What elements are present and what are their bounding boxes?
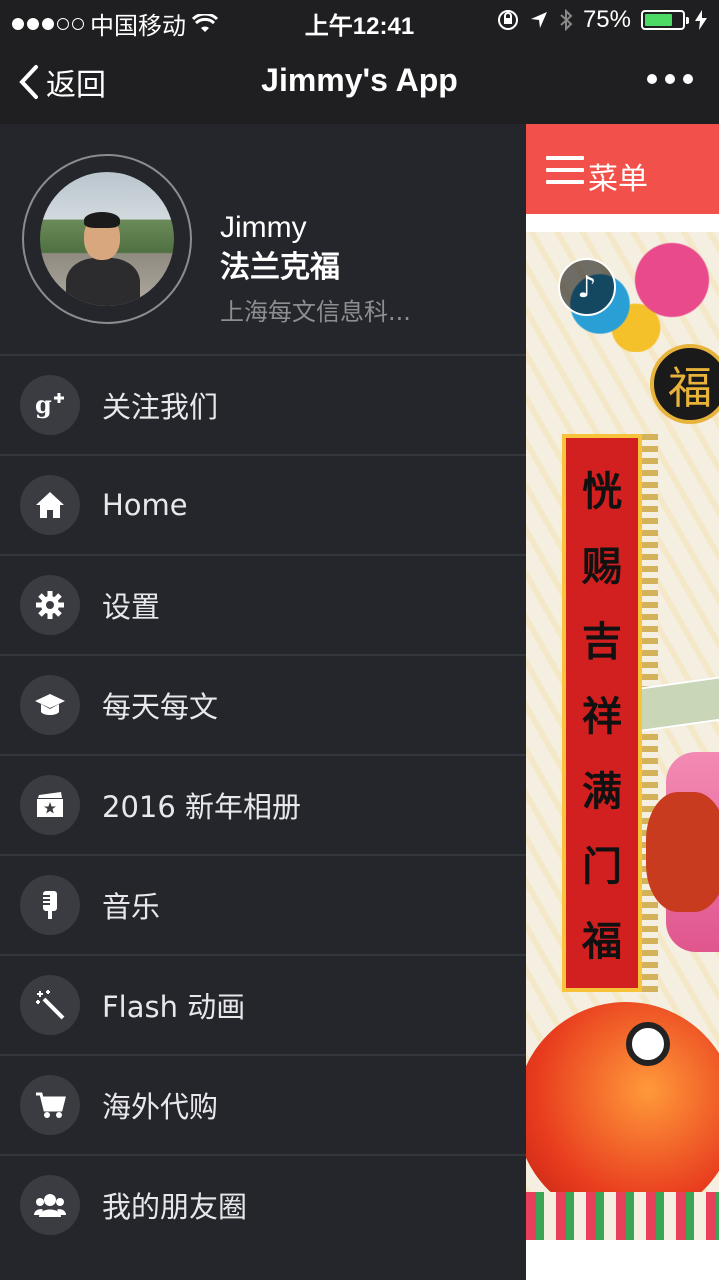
koi-fish-illustration — [526, 1002, 719, 1222]
couplet-char: 赐 — [582, 542, 622, 590]
menu-item-label: Flash 动画 — [102, 990, 246, 1024]
menu-toggle-button[interactable]: 菜单 — [526, 124, 719, 214]
menu-item-label: Home — [102, 488, 188, 522]
new-year-poster-image: 福 恍 赐 吉 祥 满 门 福 ♪ — [526, 232, 719, 1240]
menu-item-label: 关注我们 — [102, 390, 219, 424]
svg-text:g: g — [35, 390, 52, 419]
battery-percent: 75% — [582, 6, 631, 33]
ticket-star-icon — [20, 775, 80, 835]
microphone-icon — [20, 875, 80, 935]
menu-item-label: 海外代购 — [102, 1090, 219, 1124]
google-plus-icon: g — [20, 375, 80, 435]
menu-item-label: 我的朋友圈 — [102, 1190, 248, 1224]
rotation-lock-icon — [497, 10, 518, 30]
status-bar: 中国移动 上午12:41 75% — [0, 0, 719, 40]
menu-item-flash-animation[interactable]: Flash 动画 — [0, 956, 526, 1056]
hamburger-icon — [546, 156, 584, 184]
users-icon — [20, 1175, 80, 1235]
couplet-banner: 恍 赐 吉 祥 满 门 福 — [562, 434, 642, 992]
magic-wand-icon — [20, 975, 80, 1035]
menu-item-follow-us[interactable]: g 关注我们 — [0, 356, 526, 456]
menu-item-settings[interactable]: 设置 — [0, 556, 526, 656]
menu-item-home[interactable]: Home — [0, 456, 526, 556]
profile-header[interactable]: Jimmy 法兰克福 上海每文信息科... — [0, 124, 526, 356]
battery-icon — [641, 10, 689, 30]
menu-item-new-year-album[interactable]: 2016 新年相册 — [0, 756, 526, 856]
avatar[interactable] — [40, 172, 174, 306]
profile-company: 上海每文信息科... — [220, 298, 411, 326]
menu-item-music[interactable]: 音乐 — [0, 856, 526, 956]
more-options-button[interactable] — [647, 74, 693, 84]
couplet-char: 恍 — [582, 467, 622, 515]
charging-bolt-icon — [695, 10, 707, 30]
graduation-cap-icon — [20, 675, 80, 735]
bluetooth-icon — [560, 9, 573, 31]
home-icon — [20, 475, 80, 535]
couplet-char: 吉 — [582, 617, 622, 665]
couplet-char: 门 — [582, 843, 622, 891]
menu-item-label: 2016 新年相册 — [102, 790, 302, 824]
navigation-bar: 返回 Jimmy's App — [0, 40, 719, 124]
couplet-char: 福 — [582, 918, 622, 966]
side-menu: Jimmy 法兰克福 上海每文信息科... g 关注我们 Home 设置 每天每… — [0, 124, 526, 1280]
main-content[interactable]: 菜单 福 恍 赐 吉 祥 满 门 福 ♪ — [526, 124, 719, 1280]
menu-item-label: 音乐 — [102, 890, 161, 924]
menu-item-label: 每天每文 — [102, 690, 219, 724]
menu-toggle-label: 菜单 — [588, 162, 648, 197]
profile-city: 法兰克福 — [220, 250, 340, 285]
menu-item-friends-circle[interactable]: 我的朋友圈 — [0, 1156, 526, 1254]
menu-item-label: 设置 — [102, 590, 161, 624]
menu-item-daily-article[interactable]: 每天每文 — [0, 656, 526, 756]
cart-icon — [20, 1075, 80, 1135]
menu-item-overseas-shopping[interactable]: 海外代购 — [0, 1056, 526, 1156]
couplet-char: 祥 — [582, 692, 622, 740]
page-title: Jimmy's App — [261, 62, 458, 98]
music-note-icon[interactable]: ♪ — [558, 258, 616, 316]
couplet-char: 满 — [582, 768, 622, 816]
location-arrow-icon — [530, 12, 547, 28]
gear-icon — [20, 575, 80, 635]
profile-name: Jimmy — [220, 211, 307, 244]
